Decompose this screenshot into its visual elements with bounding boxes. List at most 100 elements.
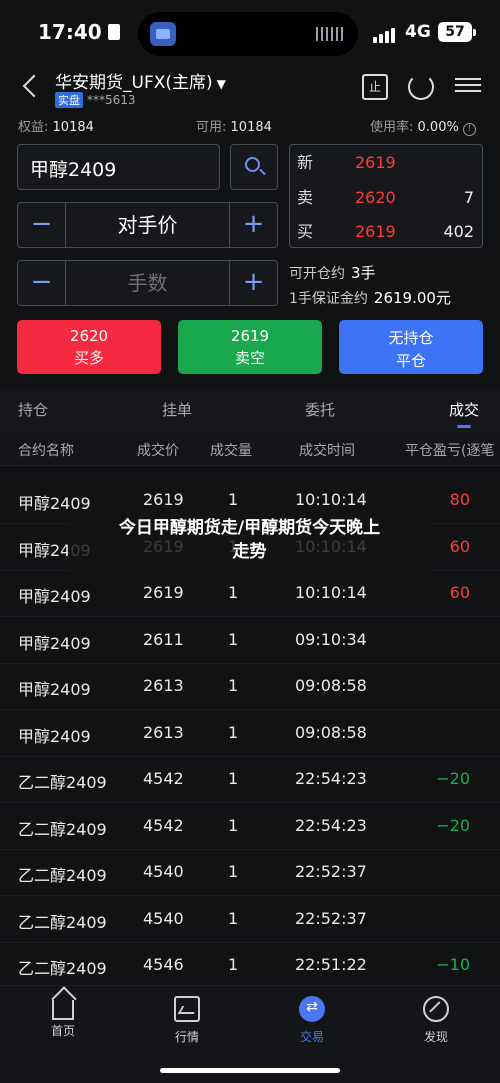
available: 可用: 10184 bbox=[196, 120, 272, 135]
table-row[interactable]: 乙二醇2409 4542 1 22:54:23 −20 bbox=[0, 757, 500, 803]
cell-price: 4540 bbox=[143, 862, 184, 881]
search-icon bbox=[245, 157, 260, 172]
equity-value: 10184 bbox=[52, 120, 94, 135]
price-stepper: − 对手价 + bbox=[17, 202, 278, 248]
account-selector[interactable]: 华安期货_UFX(主席) ▼ bbox=[55, 68, 226, 93]
cell-contract: 乙二醇2409 bbox=[18, 866, 107, 885]
status-time: 17:40 bbox=[38, 20, 120, 44]
table-header: 合约名称 成交价 成交量 成交时间 平仓盈亏(逐笔 bbox=[0, 432, 500, 466]
price-minus-button[interactable]: − bbox=[18, 203, 66, 247]
cell-time: 09:08:58 bbox=[295, 676, 367, 695]
col-contract: 合约名称 bbox=[18, 443, 74, 459]
equity: 权益: 10184 bbox=[18, 120, 94, 135]
nav-home[interactable]: 首页 bbox=[33, 996, 93, 1039]
buy-long-button[interactable]: 2620 买多 bbox=[17, 320, 161, 374]
table-row[interactable]: 甲醇2409 2613 1 09:08:58 bbox=[0, 664, 500, 710]
cell-contract: 甲醇2409 bbox=[18, 726, 91, 746]
cell-time: 22:54:23 bbox=[295, 815, 367, 835]
table-row[interactable]: 甲醇2409 2619 1 10:10:14 60 bbox=[0, 571, 500, 617]
table-row[interactable]: 乙二醇2409 4546 1 22:51:22 −10 bbox=[0, 943, 500, 989]
cell-pnl: 60 bbox=[449, 583, 470, 602]
tab-trades[interactable]: 成交 bbox=[449, 399, 479, 420]
last-price: 2619 bbox=[355, 153, 396, 172]
ask-volume: 7 bbox=[463, 188, 474, 207]
cell-time: 10:10:14 bbox=[295, 490, 367, 509]
chart-icon bbox=[174, 996, 200, 1022]
quantity-input[interactable]: 手数 bbox=[66, 261, 229, 305]
back-arrow-icon[interactable] bbox=[20, 74, 44, 98]
audio-wave-icon bbox=[316, 27, 344, 41]
home-indicator[interactable] bbox=[160, 1068, 340, 1073]
trade-icon bbox=[299, 996, 325, 1022]
network-type: 4G bbox=[405, 22, 431, 42]
cell-price: 4542 bbox=[143, 815, 184, 835]
cell-contract: 甲醇2409 bbox=[18, 680, 91, 699]
usage-value: 0.00% bbox=[417, 120, 459, 135]
cell-price: 4542 bbox=[143, 769, 184, 788]
cell-contract: 乙二醇2409 bbox=[18, 819, 107, 839]
quote-panel: 新 2619 卖 2620 7 买 2619 402 bbox=[289, 144, 483, 248]
cell-contract: 乙二醇2409 bbox=[18, 773, 107, 792]
stop-order-icon[interactable]: 止 bbox=[362, 74, 388, 100]
ask-row[interactable]: 卖 2620 7 bbox=[290, 181, 482, 215]
price-mode[interactable]: 对手价 bbox=[66, 203, 229, 247]
cell-price: 2619 bbox=[143, 490, 184, 509]
battery-icon: 57 bbox=[438, 22, 476, 42]
cell-time: 10:10:14 bbox=[295, 583, 367, 602]
cell-qty: 1 bbox=[228, 583, 239, 602]
table-row[interactable]: 乙二醇2409 4540 1 22:52:37 bbox=[0, 850, 500, 896]
refresh-icon[interactable] bbox=[408, 74, 434, 100]
cell-qty: 1 bbox=[228, 955, 239, 974]
bid-price: 2619 bbox=[355, 222, 396, 241]
table-row[interactable]: 乙二醇2409 4542 1 22:54:23 −20 bbox=[0, 804, 500, 850]
cell-contract: 乙二醇2409 bbox=[18, 959, 107, 978]
tab-orders[interactable]: 委托 bbox=[305, 399, 335, 420]
bid-volume: 402 bbox=[443, 222, 474, 241]
nav-market[interactable]: 行情 bbox=[157, 996, 217, 1045]
col-qty: 成交量 bbox=[210, 443, 252, 459]
col-price: 成交价 bbox=[137, 443, 179, 459]
discover-icon bbox=[423, 996, 449, 1022]
info-icon[interactable]: ! bbox=[462, 123, 476, 136]
cell-price: 2613 bbox=[143, 722, 184, 742]
search-button[interactable] bbox=[230, 144, 278, 190]
table-row[interactable]: 乙二醇2409 4540 1 22:52:37 bbox=[0, 897, 500, 943]
signal-icon bbox=[373, 24, 397, 43]
cell-time: 09:08:58 bbox=[295, 722, 367, 742]
qty-minus-button[interactable]: − bbox=[18, 261, 66, 305]
tab-pending[interactable]: 挂单 bbox=[162, 399, 192, 420]
col-pnl: 平仓盈亏(逐笔 bbox=[405, 443, 495, 459]
banner-line-1: 今日甲醇期货走/甲醇期货今天晚上 bbox=[118, 518, 381, 538]
last-price-row: 新 2619 bbox=[290, 146, 482, 180]
menu-icon[interactable] bbox=[455, 74, 481, 100]
table-row[interactable]: 甲醇2409 2613 1 09:08:58 bbox=[0, 711, 500, 757]
app-activity-icon bbox=[150, 22, 176, 46]
cell-price: 2611 bbox=[143, 629, 184, 649]
cell-time: 22:52:37 bbox=[295, 908, 367, 928]
account-number: ***5613 bbox=[87, 93, 136, 107]
cell-pnl: −20 bbox=[436, 769, 470, 788]
cell-contract: 甲醇2409 bbox=[18, 633, 91, 653]
symbol-input[interactable]: 甲醇2409 bbox=[17, 144, 220, 190]
home-icon bbox=[52, 1000, 74, 1020]
order-actions: 2620 买多 2619 卖空 无持仓 平仓 bbox=[17, 320, 483, 374]
cell-time: 22:52:37 bbox=[295, 862, 367, 881]
cell-time: 22:54:23 bbox=[295, 769, 367, 788]
nav-discover[interactable]: 发现 bbox=[406, 996, 466, 1045]
cell-qty: 1 bbox=[228, 629, 239, 649]
dynamic-island bbox=[138, 12, 358, 56]
cell-pnl: −10 bbox=[436, 955, 470, 974]
sell-short-button[interactable]: 2619 卖空 bbox=[178, 320, 322, 374]
quantity-stepper: − 手数 + bbox=[17, 260, 278, 306]
bid-row[interactable]: 买 2619 402 bbox=[290, 215, 482, 249]
tab-positions[interactable]: 持仓 bbox=[18, 399, 48, 420]
table-row[interactable]: 甲醇2409 2611 1 09:10:34 bbox=[0, 618, 500, 664]
status-bar: 17:40 4G 57 bbox=[0, 0, 500, 64]
qty-plus-button[interactable]: + bbox=[229, 261, 277, 305]
cell-time: 22:51:22 bbox=[295, 955, 367, 974]
close-position-button[interactable]: 无持仓 平仓 bbox=[339, 320, 483, 374]
dropdown-caret-icon: ▼ bbox=[216, 77, 226, 91]
headline-banner: 今日甲醇期货走/甲醇期货今天晚上 走势 bbox=[68, 510, 431, 572]
price-plus-button[interactable]: + bbox=[229, 203, 277, 247]
nav-trade[interactable]: 交易 bbox=[282, 996, 342, 1045]
